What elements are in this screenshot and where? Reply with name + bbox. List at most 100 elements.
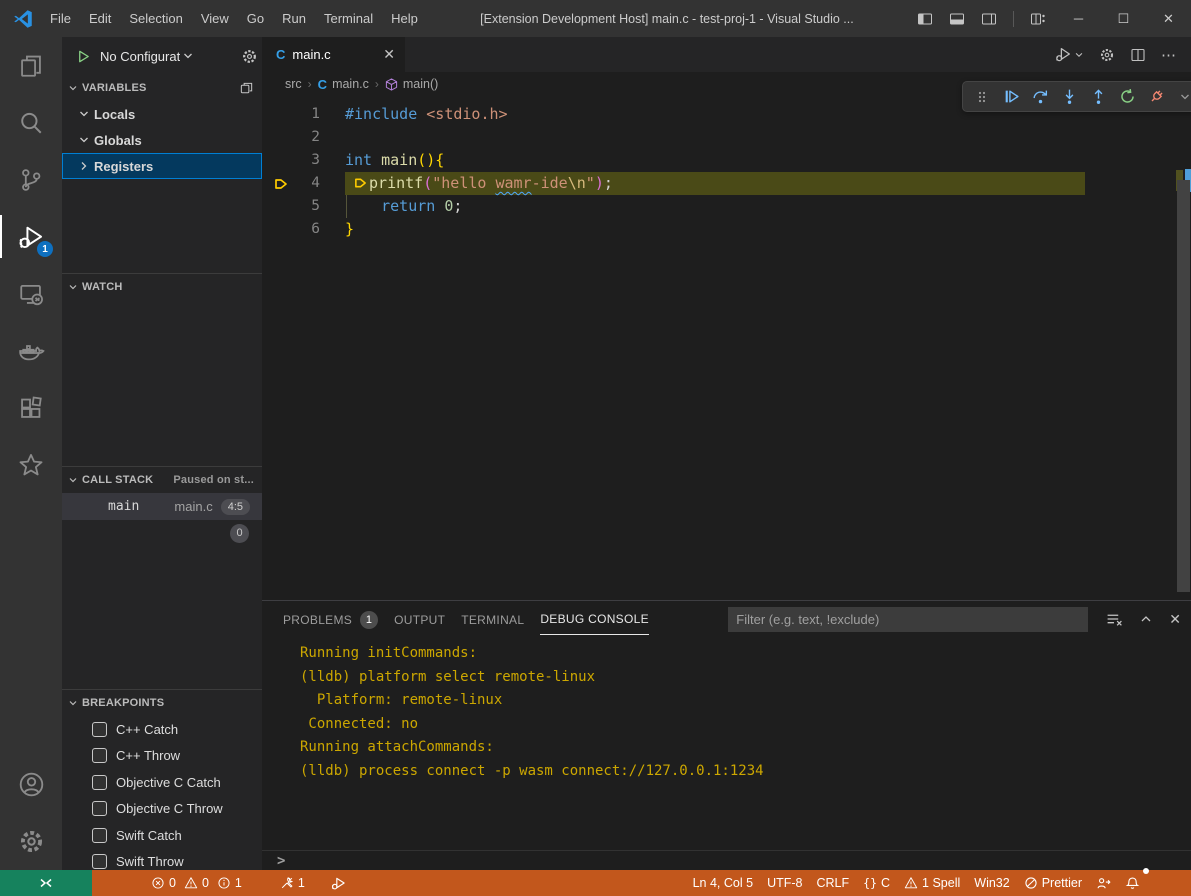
panel-tab-output[interactable]: OUTPUT <box>394 604 445 635</box>
run-and-debug-icon[interactable]: 1 <box>0 208 62 265</box>
glyph-margin[interactable] <box>262 126 300 149</box>
docker-icon[interactable] <box>0 322 62 379</box>
split-editor-icon[interactable] <box>1130 47 1146 63</box>
code-line-2[interactable]: 2 <box>262 126 1191 149</box>
notifications-bell-icon[interactable] <box>1118 870 1147 896</box>
variables-header[interactable]: VARIABLES <box>62 75 262 101</box>
session-row[interactable]: 0 <box>62 520 262 546</box>
glyph-margin[interactable] <box>262 103 300 126</box>
glyph-margin[interactable] <box>262 195 300 218</box>
disconnect-icon[interactable] <box>1145 86 1167 108</box>
close-panel-icon[interactable]: ✕ <box>1169 611 1181 628</box>
breakpoint-swift-catch[interactable]: Swift Catch <box>62 822 262 849</box>
code-line-6[interactable]: 6} <box>262 218 1191 241</box>
search-icon[interactable] <box>0 94 62 151</box>
code-line-5[interactable]: 5 return 0; <box>262 195 1191 218</box>
encoding-indicator[interactable]: UTF-8 <box>760 870 809 896</box>
debug-settings-gear-icon[interactable] <box>241 48 258 65</box>
breadcrumb-symbol[interactable]: main() <box>385 77 438 91</box>
continue-icon[interactable] <box>1000 86 1022 108</box>
toggle-secondary-sidebar-icon[interactable] <box>981 11 997 27</box>
extensions-icon[interactable] <box>0 379 62 436</box>
toolchain-status[interactable]: 1 <box>273 870 312 896</box>
console-filter-input[interactable] <box>728 607 1088 632</box>
remote-explorer-icon[interactable] <box>0 265 62 322</box>
checkbox[interactable] <box>92 854 107 869</box>
tab-close-icon[interactable]: ✕ <box>383 46 395 63</box>
code-line-3[interactable]: 3int main(){ <box>262 149 1191 172</box>
restart-icon[interactable] <box>1116 86 1138 108</box>
remote-indicator[interactable] <box>0 870 92 896</box>
menu-view[interactable]: View <box>192 0 238 37</box>
formatter-status[interactable]: Prettier <box>1017 870 1089 896</box>
clear-console-icon[interactable] <box>1106 611 1123 628</box>
settings-gear-icon[interactable] <box>0 813 62 870</box>
maximize-button[interactable]: ☐ <box>1101 0 1146 37</box>
feedback-icon[interactable] <box>1089 870 1118 896</box>
call-stack-header[interactable]: CALL STACK Paused on st... <box>62 467 262 493</box>
panel-tab-debug-console[interactable]: DEBUG CONSOLE <box>540 603 649 635</box>
account-icon[interactable] <box>0 756 62 813</box>
menu-edit[interactable]: Edit <box>80 0 120 37</box>
more-actions-icon[interactable]: ⋯ <box>1161 46 1177 64</box>
tab-main-c[interactable]: C main.c ✕ <box>262 37 405 72</box>
spell-checker-status[interactable]: 1 Spell <box>897 870 967 896</box>
menu-go[interactable]: Go <box>238 0 273 37</box>
menu-file[interactable]: File <box>41 0 80 37</box>
checkbox[interactable] <box>92 722 107 737</box>
source-control-icon[interactable] <box>0 151 62 208</box>
variables-item-locals[interactable]: Locals <box>62 101 262 127</box>
start-debug-icon[interactable] <box>76 49 91 64</box>
toggle-panel-icon[interactable] <box>949 11 965 27</box>
chevron-down-icon[interactable] <box>1174 86 1191 108</box>
checkbox[interactable] <box>92 748 107 763</box>
breadcrumb-folder[interactable]: src <box>285 77 302 91</box>
star-icon[interactable] <box>0 436 62 493</box>
menu-run[interactable]: Run <box>273 0 315 37</box>
breadcrumb-file[interactable]: C main.c <box>318 77 369 92</box>
menu-help[interactable]: Help <box>382 0 427 37</box>
menu-terminal[interactable]: Terminal <box>315 0 382 37</box>
maximize-panel-icon[interactable] <box>1139 612 1153 626</box>
breakpoint-objective-c-throw[interactable]: Objective C Throw <box>62 796 262 823</box>
breakpoint-objective-c-catch[interactable]: Objective C Catch <box>62 769 262 796</box>
problems-status[interactable]: 0 0 1 <box>144 870 249 896</box>
checkbox[interactable] <box>92 801 107 816</box>
editor-scrollbar[interactable] <box>1177 180 1190 592</box>
eol-indicator[interactable]: CRLF <box>809 870 856 896</box>
debug-config-dropdown[interactable]: No Configurat <box>100 49 180 64</box>
breakpoint-swift-throw[interactable]: Swift Throw <box>62 849 262 871</box>
platform-indicator[interactable]: Win32 <box>967 870 1016 896</box>
step-out-icon[interactable] <box>1087 86 1109 108</box>
editor-settings-gear-icon[interactable] <box>1099 47 1115 63</box>
code-editor[interactable]: 1#include <stdio.h>23int main(){4 printf… <box>262 96 1191 600</box>
debug-console-input[interactable]: > <box>262 850 1191 870</box>
customize-layout-icon[interactable] <box>1030 11 1046 27</box>
copy-icon[interactable] <box>239 81 254 96</box>
stack-frame-row[interactable]: main main.c 4:5 <box>62 493 262 520</box>
current-line-arrow-icon[interactable] <box>262 172 300 195</box>
glyph-margin[interactable] <box>262 218 300 241</box>
toolbar-drag-handle[interactable] <box>971 86 993 108</box>
minimize-button[interactable]: ─ <box>1056 0 1101 37</box>
glyph-margin[interactable] <box>262 149 300 172</box>
breakpoints-header[interactable]: BREAKPOINTS <box>62 690 262 716</box>
toggle-sidebar-icon[interactable] <box>917 11 933 27</box>
variables-item-registers[interactable]: Registers <box>62 153 262 179</box>
close-button[interactable]: ✕ <box>1146 0 1191 37</box>
chevron-down-icon[interactable] <box>182 50 194 62</box>
step-into-icon[interactable] <box>1058 86 1080 108</box>
run-or-debug-icon[interactable] <box>1055 46 1084 63</box>
explorer-icon[interactable] <box>0 37 62 94</box>
step-over-icon[interactable] <box>1029 86 1051 108</box>
debug-status-icon[interactable] <box>324 870 353 896</box>
panel-tab-terminal[interactable]: TERMINAL <box>461 604 524 635</box>
language-mode[interactable]: {} C <box>856 870 897 896</box>
code-line-4[interactable]: 4 printf("hello wamr-ide\n"); <box>262 172 1191 195</box>
variables-item-globals[interactable]: Globals <box>62 127 262 153</box>
checkbox[interactable] <box>92 775 107 790</box>
checkbox[interactable] <box>92 828 107 843</box>
cursor-position[interactable]: Ln 4, Col 5 <box>686 870 760 896</box>
menu-selection[interactable]: Selection <box>120 0 191 37</box>
panel-tab-problems[interactable]: PROBLEMS1 <box>283 602 378 637</box>
